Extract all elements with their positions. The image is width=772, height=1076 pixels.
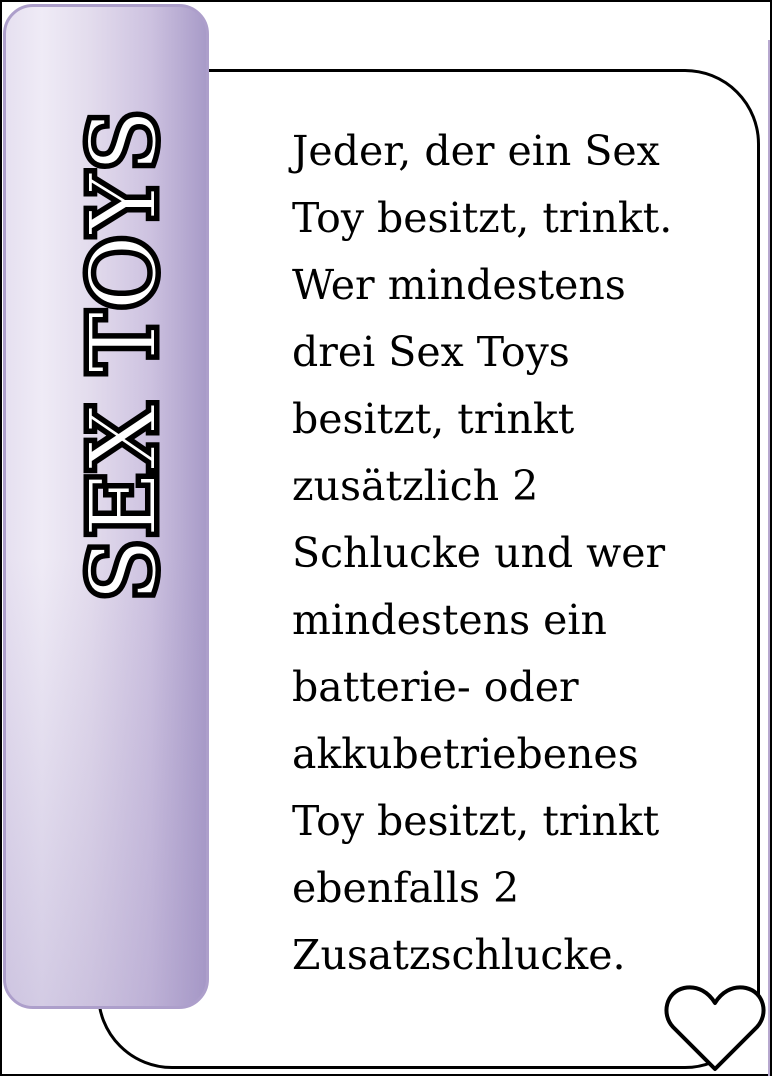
body-line: ebenfalls 2 xyxy=(292,864,520,912)
body-line: mindestens ein xyxy=(292,596,607,644)
card-edge-divider xyxy=(768,40,770,1076)
body-line: drei Sex Toys xyxy=(292,328,570,376)
heart-outline-icon xyxy=(664,985,766,1071)
body-line: besitzt, trinkt xyxy=(292,395,575,443)
card-body-text: Jeder, der ein Sex Toy besitzt, trinkt. … xyxy=(292,118,732,989)
card-title: SEX TOYS xyxy=(69,107,178,602)
body-line: Zusatzschlucke. xyxy=(292,931,626,979)
body-line: Toy besitzt, trinkt. xyxy=(292,194,673,242)
body-line: Wer mindestens xyxy=(292,261,626,309)
body-line: Schlucke und wer xyxy=(292,529,666,577)
body-line: akkubetriebenes xyxy=(292,730,639,778)
body-line: batterie- oder xyxy=(292,663,579,711)
body-line: Jeder, der ein Sex xyxy=(292,127,660,175)
body-line: zusätzlich 2 xyxy=(292,462,539,510)
body-line: Toy besitzt, trinkt xyxy=(292,797,660,845)
